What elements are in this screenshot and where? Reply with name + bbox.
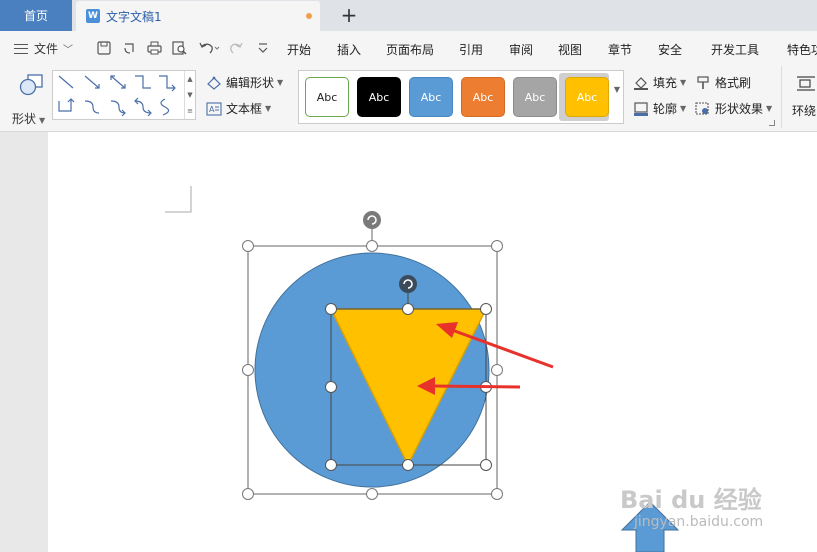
circle-resize-handle[interactable] xyxy=(491,240,503,252)
triangle-resize-handle[interactable] xyxy=(480,303,492,315)
margin-corner-mark xyxy=(165,186,192,213)
triangle-resize-handle[interactable] xyxy=(480,459,492,471)
circle-resize-handle[interactable] xyxy=(491,364,503,376)
drawing-layer xyxy=(165,186,680,552)
circle-resize-handle[interactable] xyxy=(242,488,254,500)
circle-rotate-handle[interactable] xyxy=(363,211,381,229)
watermark-url: jingyan.baidu.com xyxy=(634,514,764,530)
triangle-resize-handle[interactable] xyxy=(325,303,337,315)
circle-resize-handle[interactable] xyxy=(366,240,378,252)
triangle-rotate-handle[interactable] xyxy=(399,275,417,293)
triangle-resize-handle[interactable] xyxy=(402,303,414,315)
watermark-logo: Bai du 经验 xyxy=(620,486,762,514)
circle-resize-handle[interactable] xyxy=(366,488,378,500)
triangle-resize-handle[interactable] xyxy=(325,459,337,471)
circle-resize-handle[interactable] xyxy=(242,364,254,376)
circle-resize-handle[interactable] xyxy=(491,488,503,500)
triangle-resize-handle[interactable] xyxy=(325,381,337,393)
triangle-resize-handle[interactable] xyxy=(402,459,414,471)
circle-resize-handle[interactable] xyxy=(242,240,254,252)
